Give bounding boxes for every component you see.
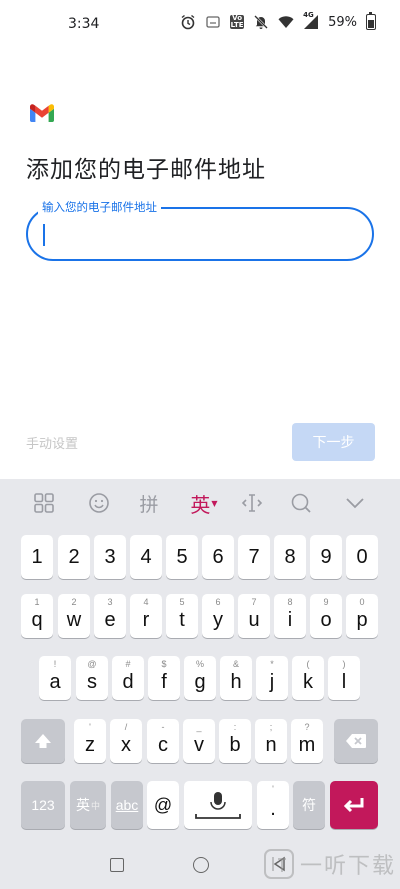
key-x[interactable]: / x bbox=[110, 719, 142, 763]
cursor-icon[interactable] bbox=[238, 489, 266, 517]
email-field[interactable]: 输入您的电子邮件地址 bbox=[26, 200, 374, 261]
watermark-logo-icon bbox=[263, 849, 294, 879]
backspace-key[interactable] bbox=[334, 719, 378, 763]
shift-key[interactable] bbox=[21, 719, 65, 763]
watermark-text: 一听下载 bbox=[299, 854, 396, 879]
volte-icon: Vo LTE bbox=[230, 14, 245, 29]
key-1[interactable]: 1 bbox=[21, 535, 53, 579]
key-y[interactable]: 6y bbox=[202, 594, 234, 638]
dot-key[interactable]: '. bbox=[257, 781, 289, 829]
key-b[interactable]: :b bbox=[219, 719, 251, 763]
status-time: 3:34 bbox=[68, 16, 100, 32]
key-2[interactable]: 2 bbox=[58, 535, 90, 579]
key-l[interactable]: ) l bbox=[328, 656, 360, 700]
key-u[interactable]: 7u bbox=[238, 594, 270, 638]
chevron-down-icon: ▼ bbox=[211, 498, 218, 508]
language-label: 英 bbox=[190, 492, 211, 517]
battery-icon bbox=[366, 12, 376, 30]
key-e[interactable]: 3e bbox=[94, 594, 126, 638]
key-s[interactable]: @ s bbox=[76, 656, 108, 700]
backspace-icon bbox=[346, 734, 366, 748]
key-h[interactable]: & h bbox=[220, 656, 252, 700]
home-icon[interactable] bbox=[193, 857, 209, 873]
emoji-icon[interactable] bbox=[85, 489, 113, 517]
enter-key[interactable] bbox=[330, 781, 378, 829]
symbols-key[interactable]: 符 bbox=[293, 781, 325, 829]
key-7[interactable]: 7 bbox=[238, 535, 270, 579]
soft-keyboard: 拼 英 ▼ 1 2 3 4 5 6 7 8 9 0 1q 2w 3e 4r 5t … bbox=[0, 479, 400, 889]
abc-key[interactable]: abc bbox=[111, 781, 143, 829]
enter-icon bbox=[343, 798, 364, 813]
key-5[interactable]: 5 bbox=[166, 535, 198, 579]
collapse-icon[interactable] bbox=[341, 489, 369, 517]
key-4[interactable]: 4 bbox=[130, 535, 162, 579]
at-key[interactable]: @ bbox=[147, 781, 179, 829]
language-icon[interactable]: 英 ▼ bbox=[184, 489, 224, 517]
signal-icon: 4G bbox=[303, 11, 319, 30]
key-9[interactable]: 9 bbox=[310, 535, 342, 579]
navigation-bar: 一听下载 bbox=[0, 840, 400, 889]
space-key[interactable] bbox=[184, 781, 252, 829]
shift-icon bbox=[35, 734, 51, 748]
email-field-label: 输入您的电子邮件地址 bbox=[38, 200, 161, 214]
key-w[interactable]: 2w bbox=[58, 594, 90, 638]
numbers-key[interactable]: 123 bbox=[21, 781, 65, 829]
lang-switch-key[interactable]: 英中 bbox=[70, 781, 106, 829]
key-k[interactable]: (k bbox=[292, 656, 324, 700]
recents-icon[interactable] bbox=[110, 858, 124, 872]
key-3[interactable]: 3 bbox=[94, 535, 126, 579]
gmail-logo bbox=[30, 104, 54, 122]
text-caret bbox=[43, 224, 45, 246]
key-t[interactable]: 5t bbox=[166, 594, 198, 638]
key-6[interactable]: 6 bbox=[202, 535, 234, 579]
status-bar: 3:34 Vo LTE 4G 59% bbox=[0, 0, 400, 50]
key-p[interactable]: 0p bbox=[346, 594, 378, 638]
manual-setup-link[interactable]: 手动设置 bbox=[26, 433, 78, 452]
key-c[interactable]: -c bbox=[147, 719, 179, 763]
watermark: 一听下载 bbox=[263, 848, 396, 880]
key-f[interactable]: $ f bbox=[148, 656, 180, 700]
key-v[interactable]: _ v bbox=[183, 719, 215, 763]
status-icons: Vo LTE 4G 59% bbox=[180, 11, 376, 30]
grid-icon[interactable] bbox=[30, 489, 58, 517]
key-d[interactable]: # d bbox=[112, 656, 144, 700]
mute-icon bbox=[253, 14, 269, 30]
email-input[interactable] bbox=[42, 219, 352, 249]
key-q[interactable]: 1q bbox=[21, 594, 53, 638]
key-o[interactable]: 9o bbox=[310, 594, 342, 638]
page-title: 添加您的电子邮件地址 bbox=[26, 157, 266, 183]
key-0[interactable]: 0 bbox=[346, 535, 378, 579]
key-n[interactable]: ; n bbox=[255, 719, 287, 763]
network-type: 4G bbox=[303, 11, 314, 19]
cast-icon bbox=[205, 14, 221, 30]
microphone-icon bbox=[195, 792, 241, 819]
key-r[interactable]: 4r bbox=[130, 594, 162, 638]
key-j[interactable]: * j bbox=[256, 656, 288, 700]
key-i[interactable]: 8i bbox=[274, 594, 306, 638]
search-icon[interactable] bbox=[287, 489, 315, 517]
key-8[interactable]: 8 bbox=[274, 535, 306, 579]
key-g[interactable]: % g bbox=[184, 656, 216, 700]
key-a[interactable]: ! a bbox=[39, 656, 71, 700]
keyboard-toolbar: 拼 英 ▼ bbox=[0, 479, 400, 527]
battery-percent: 59% bbox=[328, 14, 357, 30]
alarm-icon bbox=[180, 14, 196, 30]
wifi-icon bbox=[278, 14, 294, 30]
pinyin-icon[interactable]: 拼 bbox=[135, 489, 163, 517]
key-z[interactable]: ' z bbox=[74, 719, 106, 763]
next-button[interactable]: 下一步 bbox=[292, 423, 375, 461]
key-m[interactable]: ? m bbox=[291, 719, 323, 763]
pinyin-label: 拼 bbox=[139, 493, 159, 516]
